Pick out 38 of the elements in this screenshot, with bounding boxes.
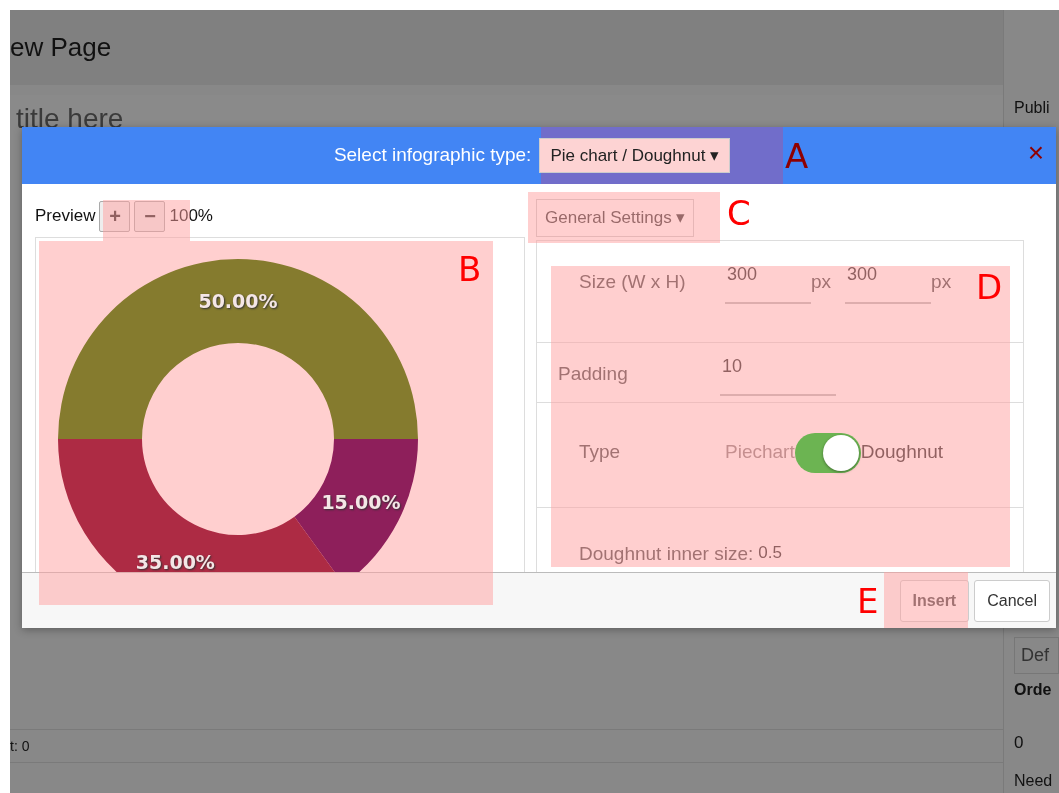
option-label[interactable]: Doughnut <box>860 438 944 467</box>
unit-label: px <box>931 269 952 294</box>
field-value: 0.5 <box>758 541 782 564</box>
zoom-level: 100% <box>169 205 213 228</box>
data-label: 35.00% <box>135 550 215 572</box>
text-field[interactable]: 10 <box>720 352 836 396</box>
annotation-letter: B <box>458 252 482 286</box>
field-label: Type <box>579 440 622 465</box>
text-field[interactable]: 300 <box>845 260 932 304</box>
field-label: Padding <box>558 361 629 386</box>
panel-title: Publi <box>1014 98 1051 118</box>
page-heading: ew Page <box>10 31 112 64</box>
zoom-out-button[interactable]: − <box>134 200 166 232</box>
order-label: Orde <box>1014 679 1053 700</box>
field-label: Size (W x H) <box>579 269 687 294</box>
annotation-letter: C <box>727 196 751 230</box>
option-label[interactable]: Piechart <box>725 438 795 467</box>
cancel-button[interactable]: Cancel <box>974 579 1050 622</box>
annotation-letter: E <box>857 584 879 618</box>
annotation-letter: D <box>976 270 1003 304</box>
order-value: 0 <box>1014 731 1025 754</box>
zoom-in-button[interactable]: + <box>99 200 131 232</box>
field-label: Doughnut inner size: <box>579 541 754 566</box>
section-select[interactable]: General Settings ▾ <box>536 199 695 237</box>
insert-button[interactable]: Insert <box>899 579 970 622</box>
toggle-switch[interactable] <box>794 432 861 473</box>
close-button[interactable]: × <box>1025 139 1046 167</box>
unit-label: px <box>811 269 832 294</box>
data-label: 15.00% <box>321 490 401 513</box>
template-select[interactable]: Def <box>1014 636 1059 674</box>
modal-title: Select infographic type: <box>333 143 532 168</box>
help-text: Need <box>1014 771 1054 791</box>
annotation-letter: A <box>785 139 809 173</box>
preview-label: Preview <box>35 205 96 228</box>
text-field[interactable]: 300 <box>725 260 811 304</box>
word-count: t: 0 <box>10 736 30 756</box>
data-label: 50.00% <box>198 290 278 312</box>
type-select[interactable]: Pie chart / Doughnut ▾ <box>539 137 731 174</box>
